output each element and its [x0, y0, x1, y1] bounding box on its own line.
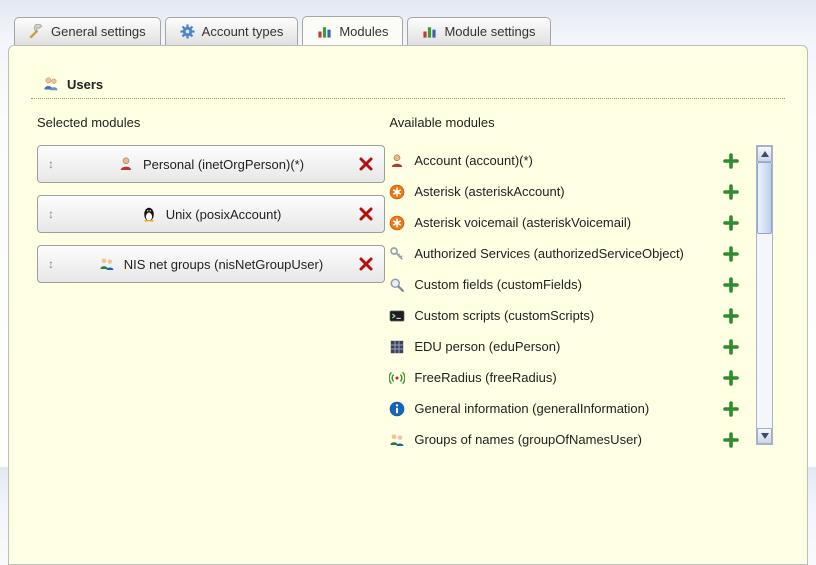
- group-icon: [389, 432, 405, 448]
- selected-module-nis-net-groups[interactable]: ↕ NIS net groups (nisNetGroupUser): [37, 245, 385, 283]
- drag-handle-icon[interactable]: ↕: [48, 207, 64, 221]
- person-icon: [389, 153, 405, 169]
- module-columns: Selected modules ↕ Personal (inetOrgPers…: [31, 115, 785, 455]
- tab-module-settings[interactable]: Module settings: [407, 17, 550, 45]
- tab-label: Modules: [339, 24, 388, 39]
- delete-module-button[interactable]: [358, 206, 374, 222]
- available-module-row: Asterisk voicemail (asteriskVoicemail): [389, 207, 739, 238]
- available-module-label: Custom fields (customFields): [414, 277, 723, 292]
- green-plus-icon: [723, 184, 739, 200]
- add-module-button[interactable]: [723, 401, 739, 417]
- section-header-users: Users: [31, 76, 785, 99]
- add-module-button[interactable]: [723, 246, 739, 262]
- delete-module-button[interactable]: [358, 156, 374, 172]
- tab-general-settings[interactable]: General settings: [14, 17, 161, 45]
- scrollbar-track[interactable]: [757, 162, 772, 428]
- down-arrow-icon: [761, 433, 769, 439]
- green-plus-icon: [723, 370, 739, 386]
- green-plus-icon: [723, 339, 739, 355]
- tab-modules[interactable]: Modules: [302, 16, 403, 45]
- selected-module-personal[interactable]: ↕ Personal (inetOrgPerson)(*): [37, 145, 385, 183]
- green-plus-icon: [723, 432, 739, 448]
- selected-modules-heading: Selected modules: [37, 115, 385, 131]
- available-module-row: Account (account)(*): [389, 145, 739, 176]
- available-module-label: Groups of names (groupOfNamesUser): [414, 432, 723, 447]
- terminal-icon: [389, 308, 405, 324]
- green-plus-icon: [723, 308, 739, 324]
- available-module-row: Groups of names (groupOfNamesUser): [389, 424, 739, 455]
- bar-chart-icon: [422, 24, 437, 39]
- available-modules-scrollbar[interactable]: [756, 145, 773, 445]
- penguin-icon: [141, 206, 157, 222]
- scroll-down-button[interactable]: [757, 428, 772, 444]
- available-module-row: General information (generalInformation): [389, 393, 739, 424]
- add-module-button[interactable]: [723, 184, 739, 200]
- add-module-button[interactable]: [723, 277, 739, 293]
- red-x-icon: [358, 256, 374, 272]
- available-module-label: Account (account)(*): [414, 153, 723, 168]
- asterisk-icon: [389, 215, 405, 231]
- red-x-icon: [358, 206, 374, 222]
- antenna-icon: [389, 370, 405, 386]
- available-module-label: Authorized Services (authorizedServiceOb…: [414, 246, 723, 261]
- person-icon: [118, 156, 134, 172]
- key-icon: [389, 246, 405, 262]
- tab-label: Account types: [202, 24, 284, 39]
- selected-module-label: Personal (inetOrgPerson)(*): [143, 157, 304, 172]
- available-module-label: Custom scripts (customScripts): [414, 308, 723, 323]
- available-module-row: Authorized Services (authorizedServiceOb…: [389, 238, 739, 269]
- asterisk-icon: [389, 184, 405, 200]
- available-module-row: FreeRadius (freeRadius): [389, 362, 739, 393]
- scroll-up-button[interactable]: [757, 146, 772, 162]
- tab-bar: General settings Account types: [14, 17, 551, 45]
- green-plus-icon: [723, 246, 739, 262]
- add-module-button[interactable]: [723, 370, 739, 386]
- available-modules-heading: Available modules: [389, 115, 739, 131]
- up-arrow-icon: [761, 151, 769, 157]
- drag-handle-icon[interactable]: ↕: [48, 157, 64, 171]
- bar-chart-icon: [317, 24, 332, 39]
- available-module-row: Asterisk (asteriskAccount): [389, 176, 739, 207]
- available-module-label: EDU person (eduPerson): [414, 339, 723, 354]
- available-module-label: Asterisk voicemail (asteriskVoicemail): [414, 215, 723, 230]
- add-module-button[interactable]: [723, 432, 739, 448]
- available-modules-column: Available modules Account (account)(*): [385, 115, 785, 455]
- magnifier-icon: [389, 277, 405, 293]
- green-plus-icon: [723, 153, 739, 169]
- delete-module-button[interactable]: [358, 256, 374, 272]
- tab-label: General settings: [51, 24, 146, 39]
- modules-panel: Users Selected modules ↕ Personal (inetO…: [8, 45, 808, 565]
- available-module-row: EDU person (eduPerson): [389, 331, 739, 362]
- gear-icon: [180, 24, 195, 39]
- green-plus-icon: [723, 215, 739, 231]
- selected-module-unix[interactable]: ↕ Unix (posixAccount): [37, 195, 385, 233]
- wrench-icon: [29, 24, 44, 39]
- selected-module-label: NIS net groups (nisNetGroupUser): [124, 257, 323, 272]
- drag-handle-icon[interactable]: ↕: [48, 257, 64, 271]
- green-plus-icon: [723, 277, 739, 293]
- add-module-button[interactable]: [723, 308, 739, 324]
- available-module-label: FreeRadius (freeRadius): [414, 370, 723, 385]
- add-module-button[interactable]: [723, 215, 739, 231]
- users-icon: [43, 76, 59, 92]
- selected-modules-column: Selected modules ↕ Personal (inetOrgPers…: [31, 115, 385, 455]
- red-x-icon: [358, 156, 374, 172]
- info-icon: [389, 401, 405, 417]
- available-module-row: Custom fields (customFields): [389, 269, 739, 300]
- available-module-label: General information (generalInformation): [414, 401, 723, 416]
- available-module-row: Custom scripts (customScripts): [389, 300, 739, 331]
- add-module-button[interactable]: [723, 153, 739, 169]
- group-icon: [99, 256, 115, 272]
- green-plus-icon: [723, 401, 739, 417]
- selected-module-label: Unix (posixAccount): [166, 207, 282, 222]
- available-module-label: Asterisk (asteriskAccount): [414, 184, 723, 199]
- add-module-button[interactable]: [723, 339, 739, 355]
- tab-account-types[interactable]: Account types: [165, 17, 299, 45]
- scrollbar-thumb[interactable]: [757, 162, 772, 234]
- tab-label: Module settings: [444, 24, 535, 39]
- grid-icon: [389, 339, 405, 355]
- section-title: Users: [67, 77, 103, 92]
